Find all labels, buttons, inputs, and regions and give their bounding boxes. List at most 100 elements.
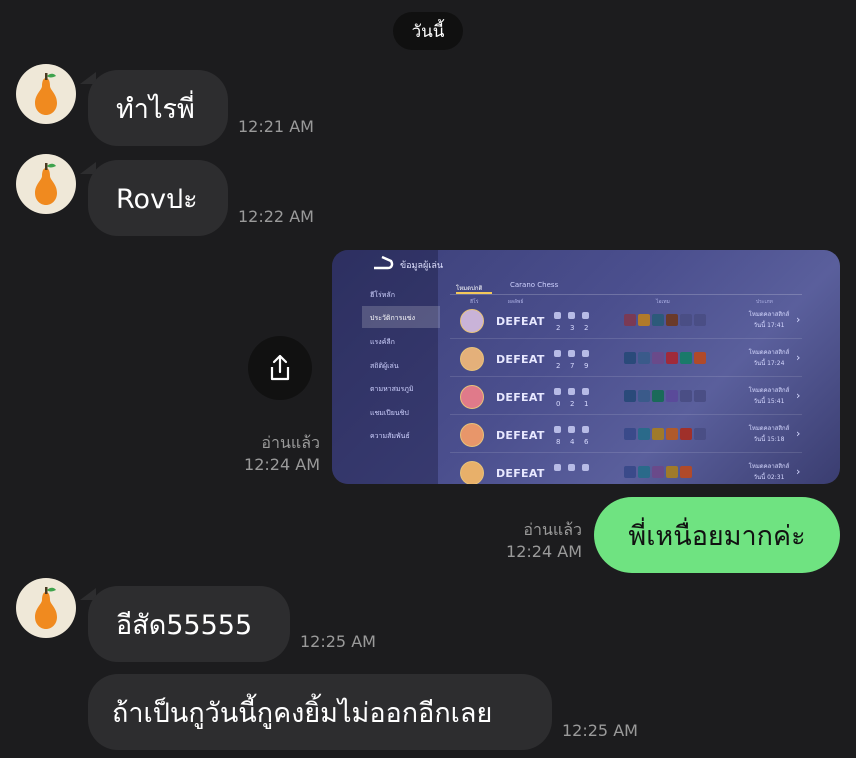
assists: 9 xyxy=(584,362,589,370)
kills: 0 xyxy=(556,400,561,408)
kill-icon xyxy=(554,388,561,395)
item-icon xyxy=(666,428,678,440)
date-separator: วันนี้ xyxy=(393,12,463,50)
item-icon xyxy=(652,314,664,326)
match-result: DEFEAT xyxy=(496,315,545,328)
game-logo-icon xyxy=(374,255,394,270)
kill-icon xyxy=(554,464,561,471)
kills: 2 xyxy=(556,324,561,332)
message-text: พี่เหนื่อยมากค่ะ xyxy=(628,520,806,552)
match-result: DEFEAT xyxy=(496,391,545,404)
item-icon xyxy=(638,390,650,402)
chevron-right-icon: › xyxy=(796,351,801,364)
item-icon xyxy=(624,428,636,440)
item-icon xyxy=(624,466,636,478)
assist-icon xyxy=(582,388,589,395)
pear-icon xyxy=(35,163,57,205)
deaths: 2 xyxy=(570,400,575,408)
hero-portrait xyxy=(460,385,484,409)
item-icon xyxy=(666,466,678,478)
contact-avatar[interactable] xyxy=(16,578,76,638)
assist-icon xyxy=(582,312,589,319)
message-bubble[interactable]: ทำไรพี่ xyxy=(88,70,228,146)
message-text: อีสัด55555 xyxy=(116,609,253,641)
item-icon xyxy=(680,428,692,440)
assists: 6 xyxy=(584,438,589,446)
share-button[interactable] xyxy=(248,336,312,400)
kill-icon xyxy=(554,312,561,319)
game-sidebar-item: ประวัติการแข่ง xyxy=(370,314,416,322)
assist-icon xyxy=(582,350,589,357)
assist-icon xyxy=(582,426,589,433)
match-mode: โหมดคลาสสิกส์ xyxy=(748,387,790,394)
game-tab: Carano Chess xyxy=(510,281,559,289)
hero-portrait xyxy=(460,423,484,447)
item-icon xyxy=(624,390,636,402)
chevron-right-icon: › xyxy=(796,389,801,402)
kill-icon xyxy=(554,426,561,433)
item-icon xyxy=(652,466,664,478)
share-icon xyxy=(270,354,290,381)
match-mode: โหมดคลาสสิกส์ xyxy=(748,311,790,318)
message-bubble-outgoing[interactable]: พี่เหนื่อยมากค่ะ xyxy=(594,497,840,573)
game-sidebar-item: ฮีโร่หลัก xyxy=(370,291,395,299)
match-row: DEFEAT 2 7 9 โหมดคลาสสิกส์ วันนี้ 17:24 … xyxy=(450,342,802,377)
hero-portrait xyxy=(460,347,484,371)
item-icon xyxy=(694,352,706,364)
message-time: 12:21 AM xyxy=(238,117,314,136)
assists: 2 xyxy=(584,324,589,332)
match-row: DEFEAT 0 2 1 โหมดคลาสสิกส์ วันนี้ 15:41 … xyxy=(450,380,802,415)
match-time: วันนี้ 02:31 xyxy=(753,474,785,481)
message-text: ทำไรพี่ xyxy=(116,93,195,125)
match-mode: โหมดคลาสสิกส์ xyxy=(748,349,790,356)
item-icon xyxy=(694,314,706,326)
contact-avatar[interactable] xyxy=(16,154,76,214)
item-icon xyxy=(680,390,692,402)
message-time: 12:25 AM xyxy=(562,721,638,740)
assist-icon xyxy=(582,464,589,471)
item-icon xyxy=(652,352,664,364)
kill-icon xyxy=(554,350,561,357)
game-sidebar-item: ตามหาสมรภูมิ xyxy=(370,385,414,393)
item-icon xyxy=(666,314,678,326)
game-sidebar-item: แรงค์ลีก xyxy=(370,338,395,346)
match-time: วันนี้ 15:41 xyxy=(753,398,785,405)
message-text: ถ้าเป็นกูวันนี้กูคงยิ้มไม่ออกอีกเลย xyxy=(112,697,493,729)
message-text: Rovปะ xyxy=(116,183,198,215)
deaths: 7 xyxy=(570,362,575,370)
kills: 2 xyxy=(556,362,561,370)
image-message[interactable]: ข้อมูลผู้เล่น โหมดปกติ Carano Chess ฮีโร… xyxy=(332,250,840,484)
assists: 1 xyxy=(584,400,589,408)
match-mode: โหมดคลาสสิกส์ xyxy=(748,425,790,432)
death-icon xyxy=(568,426,575,433)
chevron-right-icon: › xyxy=(796,313,801,326)
kills: 8 xyxy=(556,438,561,446)
message-time: 12:25 AM xyxy=(300,632,376,651)
item-icon xyxy=(638,352,650,364)
death-icon xyxy=(568,350,575,357)
match-time: วันนี้ 17:41 xyxy=(753,322,785,329)
game-header: ข้อมูลผู้เล่น xyxy=(400,261,444,271)
deaths: 4 xyxy=(570,438,575,446)
match-row: DEFEAT โหมดคลาสสิกส์ วันนี้ 02:31 › xyxy=(450,456,802,484)
death-icon xyxy=(568,312,575,319)
contact-avatar[interactable] xyxy=(16,64,76,124)
match-result: DEFEAT xyxy=(496,467,545,480)
pear-icon xyxy=(35,587,57,629)
item-icon xyxy=(624,314,636,326)
match-result: DEFEAT xyxy=(496,429,545,442)
read-receipt: อ่านแล้ว xyxy=(523,520,582,539)
item-icon xyxy=(680,314,692,326)
message-bubble[interactable]: อีสัด55555 xyxy=(88,586,290,662)
game-sidebar-item: ความสัมพันธ์ xyxy=(370,432,410,440)
chevron-right-icon: › xyxy=(796,465,801,478)
item-icon xyxy=(638,466,650,478)
deaths: 3 xyxy=(570,324,575,332)
item-icon xyxy=(680,352,692,364)
message-bubble[interactable]: ถ้าเป็นกูวันนี้กูคงยิ้มไม่ออกอีกเลย xyxy=(88,674,552,750)
game-sidebar-item: แชมเปียนชิป xyxy=(370,409,409,417)
message-bubble[interactable]: Rovปะ xyxy=(88,160,228,236)
item-icon xyxy=(694,428,706,440)
item-icon xyxy=(624,352,636,364)
message-time: 12:24 AM xyxy=(244,455,320,474)
